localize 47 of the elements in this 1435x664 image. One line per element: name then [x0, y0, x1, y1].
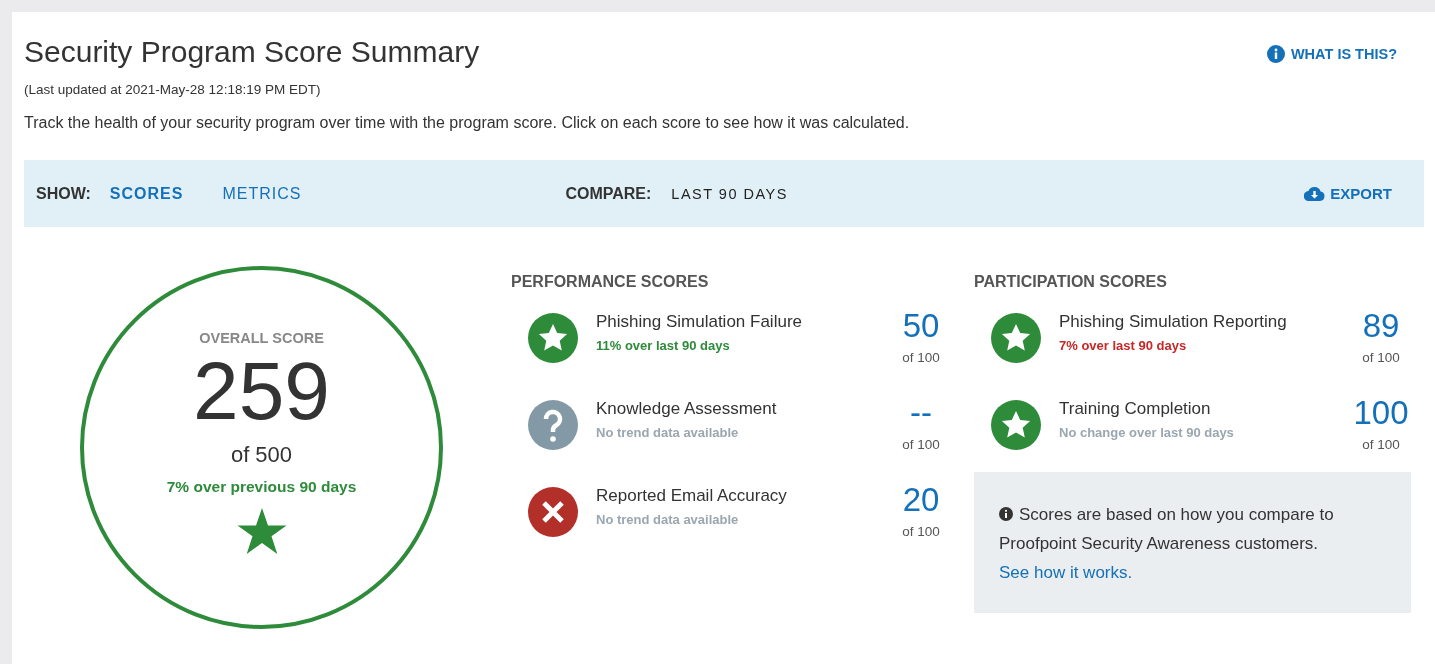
score-name[interactable]: Phishing Simulation Reporting: [1059, 312, 1351, 332]
score-value[interactable]: 50: [891, 308, 951, 344]
cloud-download-icon: [1304, 186, 1326, 201]
score-value[interactable]: 89: [1351, 308, 1411, 344]
info-note: Scores are based on how you compare to Proofpoint Security Awareness customers. See how it works.: [999, 504, 1335, 584]
score-label: OVERALL SCORE: [199, 330, 324, 346]
trend-text: 7% over last 90 days: [1059, 338, 1188, 353]
score-name[interactable]: Reported Email Accuracy: [596, 486, 891, 506]
section-heading: PERFORMANCE SCORES: [511, 272, 710, 291]
info-icon: [1266, 45, 1285, 63]
star-badge-icon: [528, 313, 578, 363]
page-title: Security Program Score Summary: [24, 34, 480, 70]
score-total: of 100: [1361, 437, 1401, 452]
description-text: Track the health of your security program over time with the program score. Click on each score to see how it was calculated.: [24, 114, 910, 132]
score-name[interactable]: Knowledge Assessment: [596, 399, 891, 419]
score-total: of 100: [901, 350, 941, 365]
section-heading: PARTICIPATION SCORES: [974, 272, 1168, 291]
score-value[interactable]: --: [891, 395, 951, 431]
view-tab[interactable]: SCORES: [109, 184, 184, 203]
compare-label: COMPARE:: [565, 184, 652, 203]
how-it-works-link[interactable]: See how it works.: [999, 563, 1133, 582]
export-link[interactable]: EXPORT: [1304, 185, 1392, 202]
star-badge-icon: [991, 400, 1041, 450]
cross-badge-icon: [528, 487, 578, 537]
score-total: of 100: [1361, 350, 1401, 365]
trend-text: No change over last 90 days: [1059, 425, 1235, 440]
score-total: of 100: [901, 437, 941, 452]
info-icon: [999, 507, 1013, 521]
trend-text: 7% over previous 90 days: [166, 478, 357, 496]
trend-text: 11% over last 90 days: [596, 338, 731, 353]
score-name[interactable]: Phishing Simulation Failure: [596, 312, 891, 332]
overall-score: 259: [193, 348, 330, 434]
compare-value: LAST 90 DAYS: [671, 185, 788, 202]
score-value[interactable]: 20: [891, 482, 951, 518]
show-label: SHOW:: [36, 184, 91, 203]
help-link[interactable]: WHAT IS THIS?: [1266, 45, 1397, 63]
question-badge-icon: [528, 400, 578, 450]
star-icon: [236, 508, 287, 554]
trend-text: No trend data available: [596, 425, 740, 440]
view-tab[interactable]: METRICS: [222, 184, 302, 203]
star-badge-icon: [991, 313, 1041, 363]
score-total: of 500: [230, 442, 293, 468]
score-value[interactable]: 100: [1351, 395, 1411, 431]
score-name[interactable]: Training Completion: [1059, 399, 1351, 419]
trend-text: No trend data available: [596, 512, 740, 527]
score-total: of 100: [901, 524, 941, 539]
last-updated-text: (Last updated at 2021-May-28 12:18:19 PM EDT): [24, 82, 321, 97]
